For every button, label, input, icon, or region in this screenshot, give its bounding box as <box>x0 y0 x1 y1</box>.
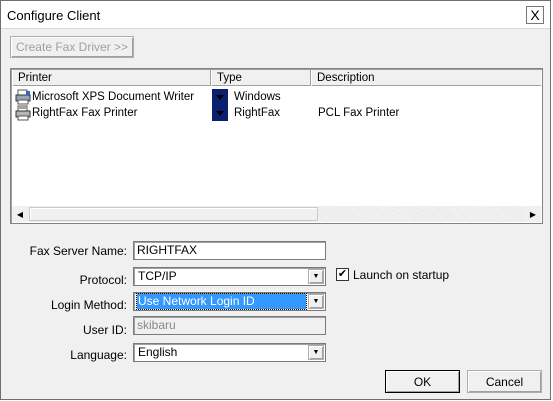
protocol-label: Protocol: <box>79 273 127 287</box>
checkmark-icon: ✔ <box>337 268 348 280</box>
chevron-down-icon[interactable]: ▼ <box>308 294 324 309</box>
cancel-button[interactable]: Cancel <box>467 370 542 393</box>
ok-button-label: OK <box>413 374 432 389</box>
column-header-description[interactable]: Description <box>311 70 541 86</box>
printer-type: Windows <box>234 91 281 103</box>
windows-type-icon <box>212 89 228 105</box>
close-button[interactable]: X <box>526 6 544 24</box>
window-title: Configure Client <box>7 8 101 23</box>
printer-row[interactable]: Microsoft XPS Document Writer Windows <box>12 89 541 105</box>
printer-name: Microsoft XPS Document Writer <box>32 91 195 103</box>
printer-name: RightFax Fax Printer <box>32 107 138 119</box>
protocol-value: TCP/IP <box>138 269 177 283</box>
login-method-label: Login Method: <box>50 298 127 312</box>
column-header-printer[interactable]: Printer <box>12 70 211 86</box>
configure-client-dialog: Configure Client X Create Fax Driver >> … <box>0 0 551 400</box>
printer-row[interactable]: RightFax Fax Printer RightFax PCL Fax Pr… <box>12 105 541 121</box>
language-dropdown[interactable]: English ▼ <box>133 343 326 362</box>
fax-server-name-input[interactable]: RIGHTFAX <box>133 241 326 260</box>
user-id-input[interactable]: skibaru <box>133 316 326 335</box>
printer-list[interactable]: Printer Type Description Microsoft XPS D… <box>10 68 543 224</box>
scroll-track[interactable] <box>319 206 524 222</box>
chevron-down-icon[interactable]: ▼ <box>308 269 324 284</box>
language-value: English <box>138 345 178 359</box>
horizontal-scrollbar[interactable]: ◀ ▶ <box>12 206 541 222</box>
rightfax-type-icon <box>212 105 228 121</box>
fax-printer-icon <box>15 105 31 121</box>
printer-description: PCL Fax Printer <box>318 107 400 119</box>
scroll-right-icon[interactable]: ▶ <box>525 206 541 222</box>
xps-printer-icon <box>15 89 31 105</box>
printer-type: RightFax <box>234 107 281 119</box>
cancel-button-label: Cancel <box>485 374 524 389</box>
column-header-type[interactable]: Type <box>211 70 311 86</box>
login-method-value: Use Network Login ID <box>136 293 307 310</box>
scroll-thumb[interactable] <box>29 207 318 221</box>
create-fax-driver-label: Create Fax Driver >> <box>15 40 129 54</box>
title-bar: Configure Client X <box>1 1 550 29</box>
launch-on-startup-checkbox[interactable]: ✔ <box>336 268 349 281</box>
login-method-dropdown[interactable]: Use Network Login ID ▼ <box>133 292 326 311</box>
user-id-label: User ID: <box>82 323 127 337</box>
close-icon: X <box>530 7 540 23</box>
language-label: Language: <box>70 348 127 362</box>
ok-button[interactable]: OK <box>385 370 460 393</box>
chevron-down-icon[interactable]: ▼ <box>308 345 324 360</box>
fax-server-name-label: Fax Server Name: <box>29 244 127 258</box>
scroll-left-icon[interactable]: ◀ <box>12 206 28 222</box>
protocol-dropdown[interactable]: TCP/IP ▼ <box>133 267 326 286</box>
launch-on-startup-label[interactable]: Launch on startup <box>353 268 449 282</box>
create-fax-driver-button[interactable]: Create Fax Driver >> <box>10 36 134 58</box>
printer-list-header: Printer Type Description <box>12 70 541 86</box>
